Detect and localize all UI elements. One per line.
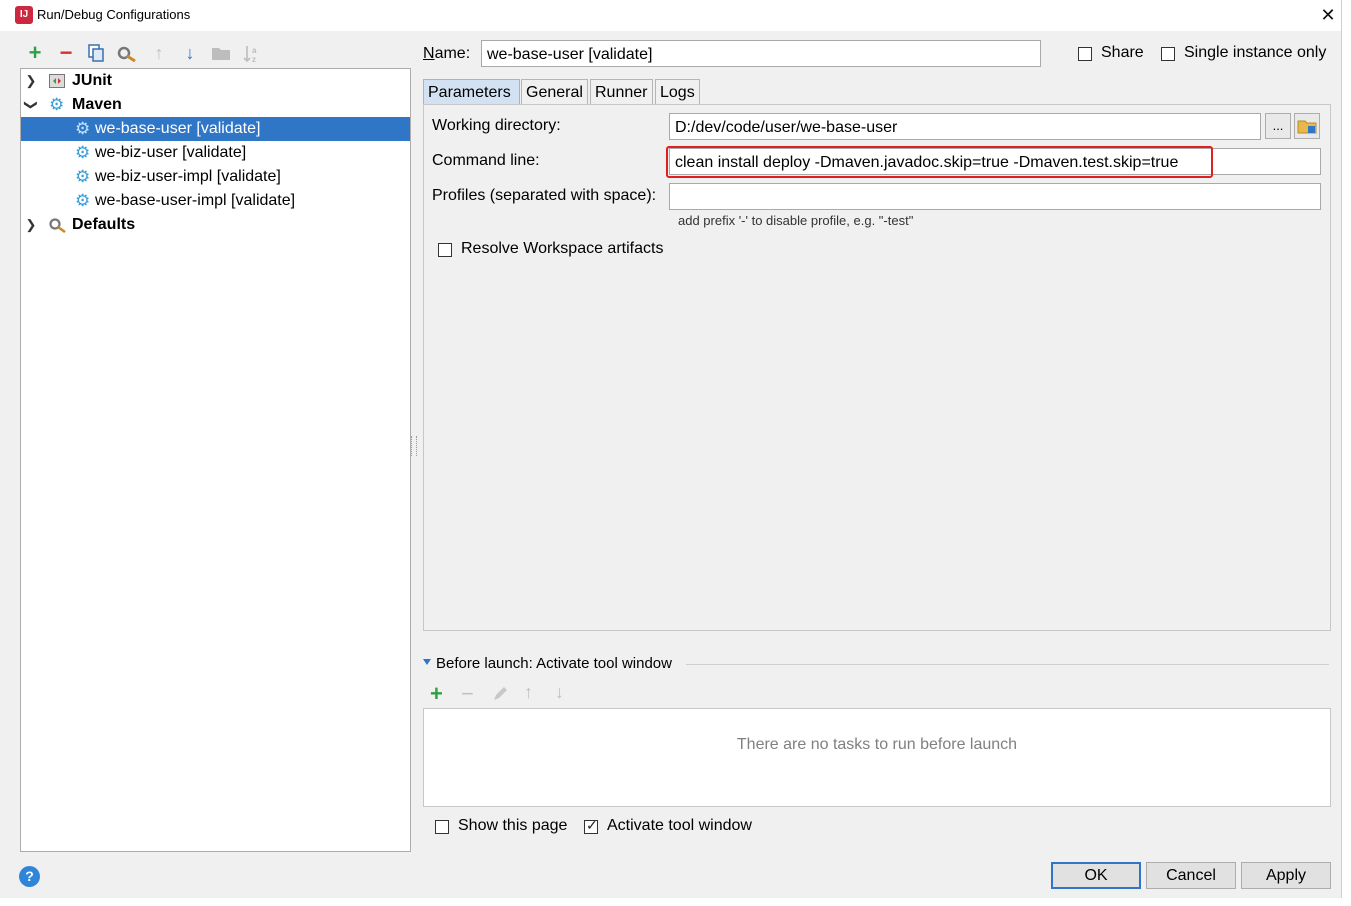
- name-label: Name:: [423, 45, 471, 62]
- highlight-box: [666, 146, 1213, 178]
- tab-parameters[interactable]: Parameters: [423, 79, 520, 104]
- tree-item-we-biz-user-impl[interactable]: ⚙ we-biz-user-impl [validate]: [21, 165, 410, 189]
- add-task-icon[interactable]: +: [430, 683, 443, 705]
- collapse-arrow-icon[interactable]: [423, 659, 431, 665]
- window-title: Run/Debug Configurations: [37, 7, 191, 22]
- ok-button[interactable]: OK: [1051, 862, 1141, 889]
- title-bar: IJ Run/Debug Configurations ✕: [0, 0, 1341, 31]
- tree-node-defaults[interactable]: ❯ Defaults: [21, 213, 410, 237]
- taskbar-strip: [0, 898, 1351, 906]
- activate-tool-window-checkbox[interactable]: [584, 817, 598, 834]
- tree-label: we-biz-user [validate]: [95, 144, 247, 161]
- collapse-arrow-icon[interactable]: ❯: [19, 99, 43, 111]
- maven-config-icon: ⚙: [75, 119, 91, 138]
- tree-label: Maven: [72, 96, 122, 113]
- apply-button[interactable]: Apply: [1241, 862, 1331, 889]
- splitter-handle[interactable]: [411, 436, 417, 456]
- tree-item-we-biz-user[interactable]: ⚙ we-biz-user [validate]: [21, 141, 410, 165]
- move-task-up-icon[interactable]: ↑: [524, 682, 533, 703]
- profiles-hint: add prefix '-' to disable profile, e.g. …: [678, 213, 914, 228]
- copy-icon[interactable]: [87, 44, 105, 62]
- configuration-tree[interactable]: ❯ JUnit ❯ ⚙ Maven ⚙ we-base-user [valida…: [20, 68, 411, 852]
- tab-runner[interactable]: Runner: [590, 79, 653, 104]
- app-icon: IJ: [15, 6, 33, 24]
- add-icon[interactable]: +: [26, 42, 44, 64]
- svg-text:a: a: [252, 46, 257, 55]
- junit-icon: [49, 73, 65, 89]
- tree-node-junit[interactable]: ❯ JUnit: [21, 69, 410, 93]
- tree-item-we-base-user[interactable]: ⚙ we-base-user [validate]: [21, 117, 410, 141]
- tree-label: we-biz-user-impl [validate]: [95, 168, 281, 185]
- maven-icon: ⚙: [49, 95, 65, 114]
- maven-config-icon: ⚙: [75, 191, 91, 210]
- before-launch-task-list[interactable]: There are no tasks to run before launch: [423, 708, 1331, 807]
- remove-icon[interactable]: −: [57, 42, 75, 64]
- move-down-icon[interactable]: ↓: [181, 44, 199, 62]
- name-field[interactable]: we-base-user [validate]: [481, 40, 1041, 67]
- cancel-button[interactable]: Cancel: [1146, 862, 1236, 889]
- folder-icon: [1297, 120, 1317, 134]
- move-up-icon[interactable]: ↑: [150, 44, 168, 62]
- module-directory-button[interactable]: [1294, 113, 1320, 139]
- working-directory-label: Working directory:: [432, 117, 561, 134]
- edit-defaults-icon[interactable]: [117, 44, 136, 63]
- show-page-checkbox[interactable]: [435, 820, 449, 834]
- expand-arrow-icon[interactable]: ❯: [25, 69, 37, 93]
- share-checkbox[interactable]: [1078, 47, 1092, 61]
- defaults-wrench-icon: [49, 217, 66, 234]
- move-task-down-icon[interactable]: ↓: [555, 682, 564, 703]
- single-instance-label: Single instance only: [1184, 44, 1327, 61]
- maven-config-icon: ⚙: [75, 143, 91, 162]
- tree-node-maven[interactable]: ❯ ⚙ Maven: [21, 93, 410, 117]
- profiles-label: Profiles (separated with space):: [432, 187, 657, 204]
- resolve-workspace-label: Resolve Workspace artifacts: [461, 240, 664, 257]
- sort-icon[interactable]: az: [242, 44, 260, 64]
- show-page-label: Show this page: [458, 817, 568, 834]
- background-app-strip: [1342, 31, 1351, 906]
- resolve-workspace-checkbox[interactable]: [438, 243, 452, 257]
- remove-task-icon[interactable]: −: [461, 683, 474, 705]
- command-line-label: Command line:: [432, 152, 540, 169]
- profiles-field[interactable]: [669, 183, 1321, 210]
- help-button[interactable]: ?: [19, 866, 40, 887]
- browse-button[interactable]: ...: [1265, 113, 1291, 139]
- expand-arrow-icon[interactable]: ❯: [25, 213, 37, 237]
- close-button[interactable]: ✕: [1316, 2, 1340, 28]
- single-instance-checkbox[interactable]: [1161, 47, 1175, 61]
- activate-tool-window-label: Activate tool window: [607, 817, 752, 834]
- working-directory-field[interactable]: D:/dev/code/user/we-base-user: [669, 113, 1261, 140]
- tree-label: we-base-user [validate]: [95, 120, 261, 137]
- tree-label: Defaults: [72, 216, 136, 233]
- svg-text:z: z: [252, 55, 256, 64]
- edit-task-icon[interactable]: [492, 686, 508, 707]
- tree-label: we-base-user-impl [validate]: [95, 192, 296, 209]
- tab-general[interactable]: General: [521, 79, 588, 104]
- tab-logs[interactable]: Logs: [655, 79, 700, 104]
- tree-label: JUnit: [72, 72, 112, 89]
- tree-item-we-base-user-impl[interactable]: ⚙ we-base-user-impl [validate]: [21, 189, 410, 213]
- empty-tasks-message: There are no tasks to run before launch: [736, 736, 1018, 753]
- before-launch-title: Before launch: Activate tool window: [436, 655, 672, 672]
- folder-icon[interactable]: [211, 44, 230, 62]
- share-label: Share: [1101, 44, 1144, 61]
- name-label-text: ame:: [434, 45, 471, 62]
- separator-line: [686, 664, 1329, 665]
- maven-config-icon: ⚙: [75, 167, 91, 186]
